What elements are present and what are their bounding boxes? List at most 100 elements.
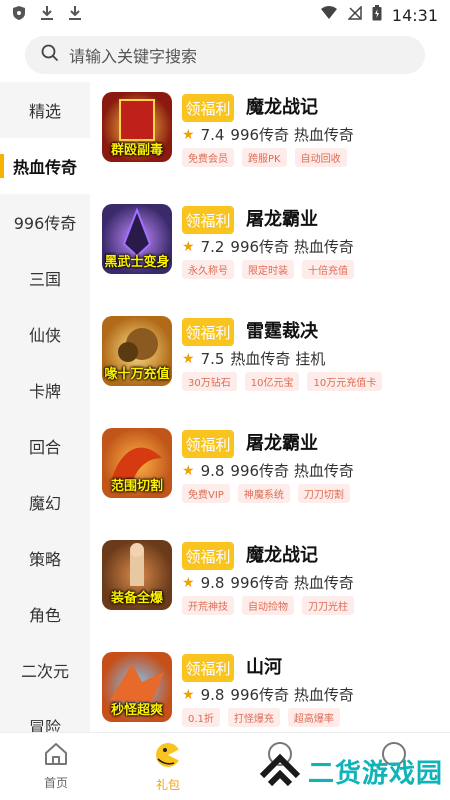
claim-gift-button[interactable]: 领福利 <box>182 318 234 346</box>
sidebar-item-legend[interactable]: 热血传奇 <box>0 138 90 194</box>
game-tags: 永久称号 限定时装 十倍充值 <box>182 260 354 279</box>
star-icon: ★ <box>182 686 195 703</box>
tag: 0.1折 <box>182 708 220 727</box>
sidebar-item-label: 热血传奇 <box>12 158 77 177</box>
game-list-item[interactable]: 装备全爆 领福利 魔龙战记 ★ 9.8 996传奇 热血传奇 开荒神技 自动捡物… <box>90 530 450 642</box>
sidebar-item-rpg[interactable]: 角色 <box>0 586 90 642</box>
sidebar-item-label: 三国 <box>28 270 61 289</box>
game-title: 屠龙霸业 <box>246 433 318 454</box>
game-genre: 热血传奇 挂机 <box>230 350 326 368</box>
search-icon <box>41 44 59 66</box>
watermark-logo-icon <box>258 752 302 790</box>
sidebar-item-label: 卡牌 <box>28 382 61 401</box>
tag: 打怪爆充 <box>227 708 280 727</box>
sidebar-item-turn-based[interactable]: 回合 <box>0 418 90 474</box>
thumbnail-caption: 范围切割 <box>110 479 163 494</box>
game-meta: ★ 9.8 996传奇 热血传奇 <box>182 572 354 593</box>
game-title: 山河 <box>246 657 282 678</box>
wifi-icon <box>320 6 338 24</box>
game-title: 魔龙战记 <box>246 545 318 566</box>
game-tags: 开荒神技 自动捡物 刀刀光柱 <box>182 596 354 615</box>
star-icon: ★ <box>182 350 195 367</box>
game-thumbnail[interactable]: 装备全爆 <box>102 540 172 610</box>
game-thumbnail[interactable]: 范围切割 <box>102 428 172 498</box>
game-thumbnail[interactable]: 喙十万充值 <box>102 316 172 386</box>
star-icon: ★ <box>182 126 195 143</box>
sidebar-item-fantasy[interactable]: 魔幻 <box>0 474 90 530</box>
game-rating: 7.5 <box>200 349 225 368</box>
sidebar-item-label: 回合 <box>28 438 61 457</box>
claim-gift-button[interactable]: 领福利 <box>182 542 234 570</box>
status-time: 14:31 <box>391 5 438 25</box>
nav-gift-label: 礼包 <box>155 778 180 792</box>
sidebar-item-label: 仙侠 <box>28 326 61 345</box>
game-thumbnail[interactable]: 黑武士变身 <box>102 204 172 274</box>
category-sidebar: 精选 热血传奇 996传奇 三国 仙侠 卡牌 回合 魔幻 策略 角色 二次元 冒… <box>0 82 90 737</box>
search-input[interactable]: 请输入关键字搜索 <box>69 43 197 67</box>
thumbnail-caption: 装备全爆 <box>110 591 163 606</box>
sidebar-item-label: 策略 <box>28 550 61 569</box>
game-rating: 7.4 <box>200 125 225 144</box>
star-icon: ★ <box>182 574 195 591</box>
game-genre: 996传奇 热血传奇 <box>230 238 354 256</box>
tag: 开荒神技 <box>182 596 234 615</box>
game-thumbnail[interactable]: 秒怪超爽 <box>102 652 172 722</box>
sidebar-item-label: 二次元 <box>20 662 69 681</box>
tag: 刀刀切割 <box>297 484 350 503</box>
sidebar-item-card[interactable]: 卡牌 <box>0 362 90 418</box>
game-rating: 9.8 <box>200 685 225 704</box>
game-tags: 免费会员 跨服PK 自动回收 <box>182 148 347 167</box>
game-list-item[interactable]: 群殴副毒 领福利 魔龙战记 ★ 7.4 996传奇 热血传奇 免费会员 跨服PK… <box>90 82 450 194</box>
claim-gift-button[interactable]: 领福利 <box>182 654 234 682</box>
tag: 限定时装 <box>242 260 294 279</box>
game-tags: 免费VIP 神魔系统 刀刀切割 <box>182 484 350 503</box>
tag: 免费会员 <box>182 148 234 167</box>
claim-gift-button[interactable]: 领福利 <box>182 94 234 122</box>
game-meta: ★ 9.8 996传奇 热血传奇 <box>182 684 354 705</box>
game-list-item[interactable]: 秒怪超爽 领福利 山河 ★ 9.8 996传奇 热血传奇 0.1折 打怪爆充 超… <box>90 642 450 732</box>
game-title: 魔龙战记 <box>246 97 318 118</box>
game-list: 群殴副毒 领福利 魔龙战记 ★ 7.4 996传奇 热血传奇 免费会员 跨服PK… <box>90 82 450 732</box>
tag: 超高爆率 <box>287 708 340 727</box>
sidebar-item-label: 角色 <box>28 606 61 625</box>
game-thumbnail[interactable]: 群殴副毒 <box>102 92 172 162</box>
game-genre: 996传奇 热血传奇 <box>230 126 354 144</box>
game-list-item[interactable]: 喙十万充值 领福利 雷霆裁决 ★ 7.5 热血传奇 挂机 30万钻石 10亿元宝… <box>90 306 450 418</box>
tag: 自动回收 <box>294 148 347 167</box>
game-rating: 9.8 <box>200 573 225 592</box>
tag: 十倍充值 <box>302 260 354 279</box>
tag: 自动捡物 <box>242 596 294 615</box>
battery-icon <box>372 5 382 25</box>
game-title: 雷霆裁决 <box>246 321 318 342</box>
star-icon: ★ <box>182 462 195 479</box>
claim-gift-button[interactable]: 领福利 <box>182 430 234 458</box>
nav-gift[interactable]: 礼包 <box>138 741 198 793</box>
star-icon: ★ <box>182 238 195 255</box>
home-icon <box>43 743 69 770</box>
sidebar-item-anime[interactable]: 二次元 <box>0 642 90 698</box>
watermark: 二货游戏园 <box>258 752 443 790</box>
thumbnail-caption: 黑武士变身 <box>104 255 170 270</box>
game-genre: 996传奇 热血传奇 <box>230 574 354 592</box>
game-tags: 30万钻石 10亿元宝 10万元充值卡 <box>182 372 383 391</box>
search-bar[interactable]: 请输入关键字搜索 <box>25 36 425 74</box>
game-genre: 996传奇 热血传奇 <box>230 462 354 480</box>
game-rating: 9.8 <box>200 461 225 480</box>
nav-home[interactable]: 首页 <box>26 741 86 791</box>
sidebar-item-996[interactable]: 996传奇 <box>0 194 90 250</box>
claim-gift-button[interactable]: 领福利 <box>182 206 234 234</box>
thumbnail-caption: 喙十万充值 <box>104 367 170 382</box>
game-tags: 0.1折 打怪爆充 超高爆率 <box>182 708 340 727</box>
sidebar-item-xianxia[interactable]: 仙侠 <box>0 306 90 362</box>
shield-icon <box>12 5 26 25</box>
sidebar-item-featured[interactable]: 精选 <box>0 82 90 138</box>
sidebar-item-strategy[interactable]: 策略 <box>0 530 90 586</box>
tag: 神魔系统 <box>237 484 290 503</box>
game-genre: 996传奇 热血传奇 <box>230 686 354 704</box>
download-icon <box>68 5 82 25</box>
download-icon <box>40 5 54 25</box>
game-list-item[interactable]: 黑武士变身 领福利 屠龙霸业 ★ 7.2 996传奇 热血传奇 永久称号 限定时… <box>90 194 450 306</box>
game-list-item[interactable]: 范围切割 领福利 屠龙霸业 ★ 9.8 996传奇 热血传奇 免费VIP 神魔系… <box>90 418 450 530</box>
sidebar-item-three-kingdoms[interactable]: 三国 <box>0 250 90 306</box>
sidebar-item-label: 996传奇 <box>13 214 77 233</box>
